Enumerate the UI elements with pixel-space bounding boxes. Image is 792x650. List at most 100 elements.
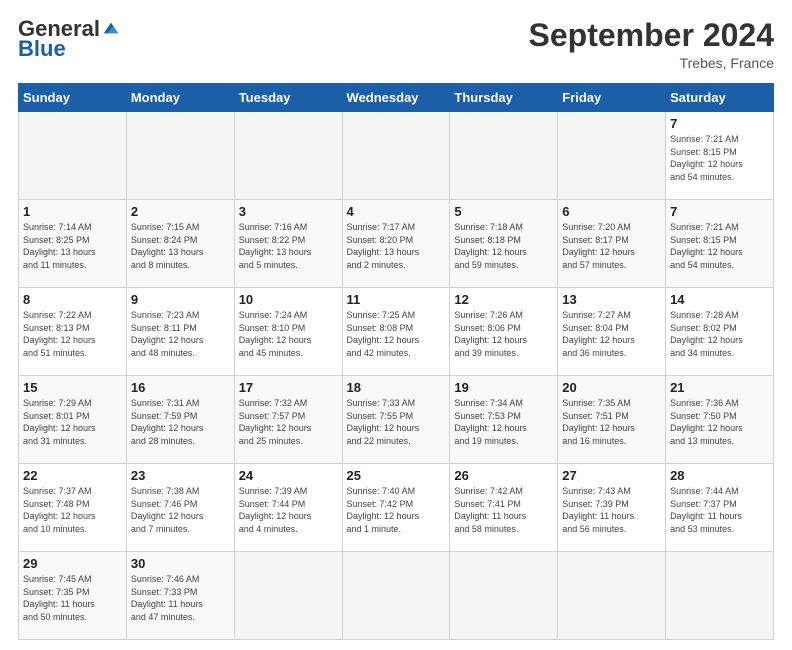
day-detail-6: Sunrise: 7:20 AMSunset: 8:17 PMDaylight:… bbox=[562, 222, 635, 270]
day-detail-20: Sunrise: 7:35 AMSunset: 7:51 PMDaylight:… bbox=[562, 398, 635, 446]
empty-cell bbox=[450, 552, 558, 640]
day-detail-17: Sunrise: 7:32 AMSunset: 7:57 PMDaylight:… bbox=[239, 398, 312, 446]
empty-cell bbox=[234, 112, 342, 200]
day-14: 14 Sunrise: 7:28 AMSunset: 8:02 PMDaylig… bbox=[666, 288, 774, 376]
day-num-10: 10 bbox=[239, 292, 338, 307]
day-16: 16 Sunrise: 7:31 AMSunset: 7:59 PMDaylig… bbox=[126, 376, 234, 464]
header: General Blue September 2024 Trebes, Fran… bbox=[18, 18, 774, 71]
day-17: 17 Sunrise: 7:32 AMSunset: 7:57 PMDaylig… bbox=[234, 376, 342, 464]
day-num-5: 5 bbox=[454, 204, 553, 219]
day-detail-27: Sunrise: 7:43 AMSunset: 7:39 PMDaylight:… bbox=[562, 486, 634, 534]
day-num-7: 7 bbox=[670, 116, 769, 131]
day-21: 21 Sunrise: 7:36 AMSunset: 7:50 PMDaylig… bbox=[666, 376, 774, 464]
col-saturday: Saturday bbox=[666, 84, 774, 112]
day-1: 1 Sunrise: 7:14 AMSunset: 8:25 PMDayligh… bbox=[19, 200, 127, 288]
col-wednesday: Wednesday bbox=[342, 84, 450, 112]
day-detail-24: Sunrise: 7:39 AMSunset: 7:44 PMDaylight:… bbox=[239, 486, 312, 534]
day-12: 12 Sunrise: 7:26 AMSunset: 8:06 PMDaylig… bbox=[450, 288, 558, 376]
empty-cell bbox=[450, 112, 558, 200]
day-detail-15: Sunrise: 7:29 AMSunset: 8:01 PMDaylight:… bbox=[23, 398, 96, 446]
day-13: 13 Sunrise: 7:27 AMSunset: 8:04 PMDaylig… bbox=[558, 288, 666, 376]
week-row-6: 29 Sunrise: 7:45 AMSunset: 7:35 PMDaylig… bbox=[19, 552, 774, 640]
empty-cell bbox=[558, 552, 666, 640]
day-num-22: 22 bbox=[23, 468, 122, 483]
empty-cell bbox=[234, 552, 342, 640]
title-block: September 2024 Trebes, France bbox=[529, 18, 774, 71]
day-detail-19: Sunrise: 7:34 AMSunset: 7:53 PMDaylight:… bbox=[454, 398, 527, 446]
day-num-21: 21 bbox=[670, 380, 769, 395]
day-num-30: 30 bbox=[131, 556, 230, 571]
day-detail-29: Sunrise: 7:45 AMSunset: 7:35 PMDaylight:… bbox=[23, 574, 95, 622]
day-18: 18 Sunrise: 7:33 AMSunset: 7:55 PMDaylig… bbox=[342, 376, 450, 464]
day-2: 2 Sunrise: 7:15 AMSunset: 8:24 PMDayligh… bbox=[126, 200, 234, 288]
col-sunday: Sunday bbox=[19, 84, 127, 112]
week-row-5: 22 Sunrise: 7:37 AMSunset: 7:48 PMDaylig… bbox=[19, 464, 774, 552]
empty-cell bbox=[342, 112, 450, 200]
day-detail-5: Sunrise: 7:18 AMSunset: 8:18 PMDaylight:… bbox=[454, 222, 527, 270]
day-detail-4: Sunrise: 7:17 AMSunset: 8:20 PMDaylight:… bbox=[347, 222, 420, 270]
col-thursday: Thursday bbox=[450, 84, 558, 112]
day-num-18: 18 bbox=[347, 380, 446, 395]
day-detail-28: Sunrise: 7:44 AMSunset: 7:37 PMDaylight:… bbox=[670, 486, 742, 534]
empty-cell bbox=[19, 112, 127, 200]
day-29: 29 Sunrise: 7:45 AMSunset: 7:35 PMDaylig… bbox=[19, 552, 127, 640]
day-num-27: 27 bbox=[562, 468, 661, 483]
day-detail-3: Sunrise: 7:16 AMSunset: 8:22 PMDaylight:… bbox=[239, 222, 312, 270]
day-3: 3 Sunrise: 7:16 AMSunset: 8:22 PMDayligh… bbox=[234, 200, 342, 288]
day-detail-10: Sunrise: 7:24 AMSunset: 8:10 PMDaylight:… bbox=[239, 310, 312, 358]
day-num-11: 11 bbox=[347, 292, 446, 307]
day-8: 8 Sunrise: 7:22 AMSunset: 8:13 PMDayligh… bbox=[19, 288, 127, 376]
calendar-table: Sunday Monday Tuesday Wednesday Thursday… bbox=[18, 83, 774, 640]
day-detail-12: Sunrise: 7:26 AMSunset: 8:06 PMDaylight:… bbox=[454, 310, 527, 358]
day-27: 27 Sunrise: 7:43 AMSunset: 7:39 PMDaylig… bbox=[558, 464, 666, 552]
day-num-8: 8 bbox=[23, 292, 122, 307]
week-row-1: 7 Sunrise: 7:21 AMSunset: 8:15 PMDayligh… bbox=[19, 112, 774, 200]
day-detail-1: Sunrise: 7:14 AMSunset: 8:25 PMDaylight:… bbox=[23, 222, 96, 270]
week-row-4: 15 Sunrise: 7:29 AMSunset: 8:01 PMDaylig… bbox=[19, 376, 774, 464]
empty-cell bbox=[558, 112, 666, 200]
day-num-17: 17 bbox=[239, 380, 338, 395]
day-detail-7b: Sunrise: 7:21 AMSunset: 8:15 PMDaylight:… bbox=[670, 222, 743, 270]
day-15: 15 Sunrise: 7:29 AMSunset: 8:01 PMDaylig… bbox=[19, 376, 127, 464]
col-friday: Friday bbox=[558, 84, 666, 112]
header-row: Sunday Monday Tuesday Wednesday Thursday… bbox=[19, 84, 774, 112]
day-detail-11: Sunrise: 7:25 AMSunset: 8:08 PMDaylight:… bbox=[347, 310, 420, 358]
day-30: 30 Sunrise: 7:46 AMSunset: 7:33 PMDaylig… bbox=[126, 552, 234, 640]
page: General Blue September 2024 Trebes, Fran… bbox=[0, 0, 792, 650]
day-26: 26 Sunrise: 7:42 AMSunset: 7:41 PMDaylig… bbox=[450, 464, 558, 552]
day-num-25: 25 bbox=[347, 468, 446, 483]
day-detail-16: Sunrise: 7:31 AMSunset: 7:59 PMDaylight:… bbox=[131, 398, 204, 446]
day-detail-21: Sunrise: 7:36 AMSunset: 7:50 PMDaylight:… bbox=[670, 398, 743, 446]
day-num-3: 3 bbox=[239, 204, 338, 219]
day-detail-18: Sunrise: 7:33 AMSunset: 7:55 PMDaylight:… bbox=[347, 398, 420, 446]
col-tuesday: Tuesday bbox=[234, 84, 342, 112]
day-num-4: 4 bbox=[347, 204, 446, 219]
week-row-2: 1 Sunrise: 7:14 AMSunset: 8:25 PMDayligh… bbox=[19, 200, 774, 288]
day-num-1: 1 bbox=[23, 204, 122, 219]
day-detail-30: Sunrise: 7:46 AMSunset: 7:33 PMDaylight:… bbox=[131, 574, 203, 622]
day-num-15: 15 bbox=[23, 380, 122, 395]
day-num-6: 6 bbox=[562, 204, 661, 219]
day-num-20: 20 bbox=[562, 380, 661, 395]
empty-cell bbox=[666, 552, 774, 640]
day-11: 11 Sunrise: 7:25 AMSunset: 8:08 PMDaylig… bbox=[342, 288, 450, 376]
day-25: 25 Sunrise: 7:40 AMSunset: 7:42 PMDaylig… bbox=[342, 464, 450, 552]
location: Trebes, France bbox=[529, 55, 774, 71]
empty-cell bbox=[126, 112, 234, 200]
day-num-14: 14 bbox=[670, 292, 769, 307]
day-22: 22 Sunrise: 7:37 AMSunset: 7:48 PMDaylig… bbox=[19, 464, 127, 552]
day-detail-2: Sunrise: 7:15 AMSunset: 8:24 PMDaylight:… bbox=[131, 222, 204, 270]
empty-cell bbox=[342, 552, 450, 640]
day-4: 4 Sunrise: 7:17 AMSunset: 8:20 PMDayligh… bbox=[342, 200, 450, 288]
day-9: 9 Sunrise: 7:23 AMSunset: 8:11 PMDayligh… bbox=[126, 288, 234, 376]
logo-icon bbox=[102, 19, 120, 37]
day-5: 5 Sunrise: 7:18 AMSunset: 8:18 PMDayligh… bbox=[450, 200, 558, 288]
day-num-9: 9 bbox=[131, 292, 230, 307]
day-detail-13: Sunrise: 7:27 AMSunset: 8:04 PMDaylight:… bbox=[562, 310, 635, 358]
day-19: 19 Sunrise: 7:34 AMSunset: 7:53 PMDaylig… bbox=[450, 376, 558, 464]
day-detail-23: Sunrise: 7:38 AMSunset: 7:46 PMDaylight:… bbox=[131, 486, 204, 534]
day-num-19: 19 bbox=[454, 380, 553, 395]
day-num-29: 29 bbox=[23, 556, 122, 571]
day-24: 24 Sunrise: 7:39 AMSunset: 7:44 PMDaylig… bbox=[234, 464, 342, 552]
day-num-16: 16 bbox=[131, 380, 230, 395]
